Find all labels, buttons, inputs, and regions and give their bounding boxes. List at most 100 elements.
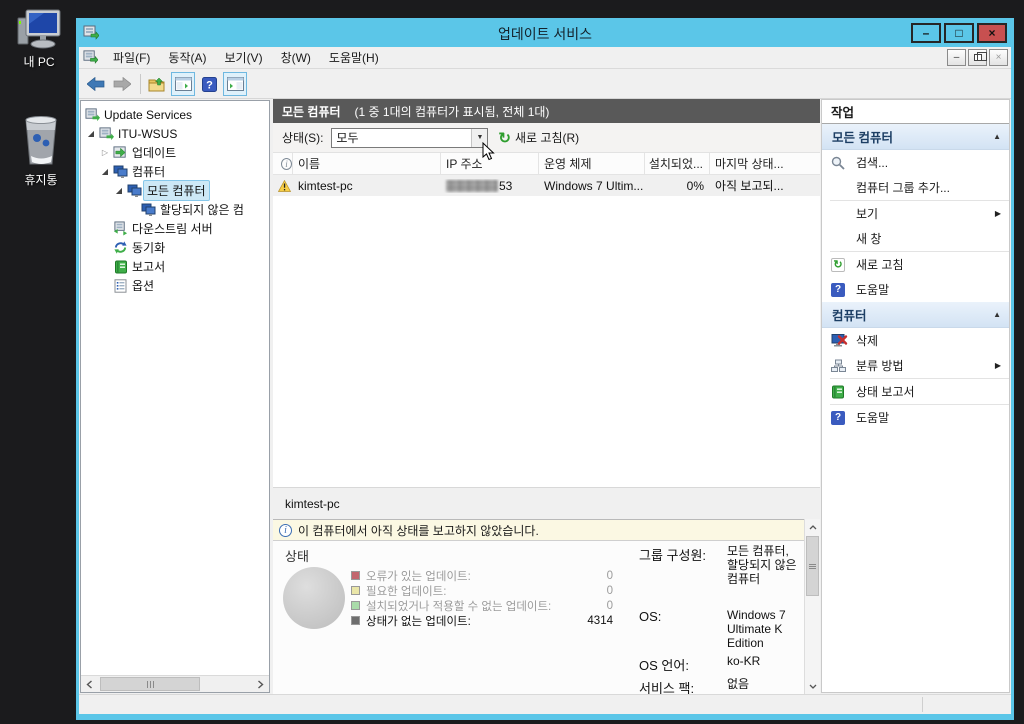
action-help-computer[interactable]: ? 도움말 bbox=[822, 405, 1009, 430]
forward-button[interactable] bbox=[110, 72, 134, 96]
menu-file[interactable]: 파일(F) bbox=[104, 46, 159, 69]
folder-icon bbox=[148, 77, 166, 92]
tree-item-options[interactable]: 옵션 bbox=[84, 276, 269, 295]
legend-installed-swatch bbox=[351, 601, 360, 610]
computer-detail-fields: 그룹 구성원: 모든 컴퓨터, 할당되지 않은 컴퓨터 OS: Windows … bbox=[639, 545, 799, 701]
scrollbar-thumb[interactable] bbox=[100, 677, 200, 691]
status-filter-value: 모두 bbox=[336, 129, 358, 146]
computer-row[interactable]: kimtest-pc 53 Windows 7 Ultim... 0% 아직 보… bbox=[273, 175, 820, 196]
legend-row-needed: 필요한 업데이트: 0 bbox=[351, 583, 613, 598]
back-button[interactable] bbox=[84, 72, 108, 96]
tree-item-reports[interactable]: 보고서 bbox=[84, 257, 269, 276]
scrollbar-thumb[interactable] bbox=[806, 536, 819, 596]
tree-item-itu-wsus[interactable]: ◢ ITU-WSUS bbox=[84, 124, 269, 143]
installed-column-header[interactable]: 설치되었... bbox=[645, 153, 710, 174]
tree-item-all-computers[interactable]: ◢ 모든 컴퓨터 bbox=[84, 181, 269, 200]
help-icon: ? bbox=[202, 77, 217, 92]
action-help[interactable]: ? 도움말 bbox=[822, 277, 1009, 302]
action-pane: 작업 모든 컴퓨터 ▲ 검색... 컴퓨터 그룹 추가... 보기 bbox=[821, 99, 1010, 693]
status-column-header[interactable]: i bbox=[273, 153, 293, 174]
action-section-all-computers[interactable]: 모든 컴퓨터 ▲ bbox=[822, 124, 1009, 150]
tree-item-downstream-servers[interactable]: 다운스트림 서버 bbox=[84, 219, 269, 238]
action-pane-icon bbox=[227, 77, 244, 91]
selected-tree-item-label: 모든 컴퓨터 bbox=[143, 180, 210, 201]
expanded-icon[interactable]: ◢ bbox=[98, 167, 112, 176]
tree-item-update-services[interactable]: Update Services bbox=[84, 105, 269, 124]
detail-pane-title: kimtest-pc bbox=[273, 487, 820, 519]
toolbar-separator bbox=[140, 74, 141, 94]
action-delete[interactable]: 삭제 bbox=[822, 328, 1009, 353]
scroll-right-icon[interactable] bbox=[252, 676, 269, 692]
filter-bar: 상태(S): 모두 ▼ ↻ 새로 고침(R) bbox=[273, 123, 820, 153]
grip-icon bbox=[809, 563, 816, 570]
tree-item-synchronizations[interactable]: 동기화 bbox=[84, 238, 269, 257]
minimize-button[interactable]: – bbox=[911, 23, 941, 43]
forward-arrow-icon bbox=[113, 77, 131, 91]
tree-horizontal-scrollbar[interactable] bbox=[81, 675, 269, 692]
legend-row-no-status: 상태가 없는 업데이트: 4314 bbox=[351, 613, 613, 628]
refresh-icon: ↻ bbox=[498, 129, 511, 147]
tree-item-updates[interactable]: ▷ 업데이트 bbox=[84, 143, 269, 162]
action-new-window[interactable]: 새 창 bbox=[822, 226, 1009, 251]
last-status-column-header[interactable]: 마지막 상태... bbox=[710, 153, 820, 174]
desktop-icon-my-pc[interactable]: 내 PC bbox=[6, 8, 72, 70]
child-restore-button[interactable] bbox=[968, 49, 987, 66]
action-refresh[interactable]: ↻ 새로 고침 bbox=[822, 252, 1009, 277]
action-section-computer[interactable]: 컴퓨터 ▲ bbox=[822, 302, 1009, 328]
action-group-by[interactable]: 분류 방법 ▶ bbox=[822, 353, 1009, 378]
scroll-up-icon[interactable] bbox=[805, 519, 820, 535]
scroll-left-icon[interactable] bbox=[81, 676, 98, 692]
status-bar-separator bbox=[922, 697, 923, 712]
submenu-arrow-icon: ▶ bbox=[995, 209, 1001, 218]
scroll-down-icon[interactable] bbox=[805, 678, 820, 694]
status-filter-combobox[interactable]: 모두 ▼ bbox=[331, 128, 488, 148]
status-info-message: 이 컴퓨터에서 아직 상태를 보고하지 않았습니다. bbox=[298, 522, 539, 539]
action-search[interactable]: 검색... bbox=[822, 150, 1009, 175]
row-os-cell: Windows 7 Ultim... bbox=[539, 179, 645, 193]
menu-help[interactable]: 도움말(H) bbox=[320, 46, 388, 69]
desktop-icon-label: 내 PC bbox=[23, 55, 54, 69]
close-button[interactable]: × bbox=[977, 23, 1007, 43]
action-view[interactable]: 보기 ▶ bbox=[822, 201, 1009, 226]
help-button[interactable]: ? bbox=[197, 72, 221, 96]
show-action-pane-button[interactable] bbox=[223, 72, 247, 96]
desktop-icon-recycle-bin[interactable]: 휴지통 bbox=[8, 112, 74, 188]
child-close-button[interactable]: × bbox=[989, 49, 1008, 66]
warning-icon bbox=[278, 180, 291, 192]
name-column-header[interactable]: 이름 bbox=[293, 153, 441, 174]
legend-error-swatch bbox=[351, 571, 360, 580]
result-header-info: (1 중 1대의 컴퓨터가 표시됨, 전체 1대) bbox=[355, 103, 550, 120]
action-status-report[interactable]: 상태 보고서 bbox=[822, 379, 1009, 404]
title-bar[interactable]: 업데이트 서비스 – □ × bbox=[79, 21, 1011, 47]
collapse-icon[interactable]: ▲ bbox=[993, 132, 1001, 141]
status-legend: 오류가 있는 업데이트: 0 필요한 업데이트: 0 설치되었거나 적용할 수 … bbox=[351, 568, 613, 628]
collapsed-icon[interactable]: ▷ bbox=[98, 148, 112, 157]
row-warning-cell bbox=[273, 180, 293, 192]
restore-icon bbox=[974, 54, 982, 61]
status-info-bar: i 이 컴퓨터에서 아직 상태를 보고하지 않았습니다. bbox=[273, 519, 804, 541]
refresh-link[interactable]: 새로 고침(R) bbox=[515, 129, 579, 146]
os-column-header[interactable]: 운영 체제 bbox=[539, 153, 645, 174]
tree-item-computers[interactable]: ◢ 컴퓨터 bbox=[84, 162, 269, 181]
mouse-cursor bbox=[482, 142, 495, 166]
field-os: OS: Windows 7 Ultimate K Edition bbox=[639, 609, 799, 653]
console-tree-icon bbox=[175, 77, 192, 91]
collapse-icon[interactable]: ▲ bbox=[993, 310, 1001, 319]
menu-action[interactable]: 동작(A) bbox=[159, 46, 215, 69]
expanded-icon[interactable]: ◢ bbox=[84, 129, 98, 138]
scrollbar-track[interactable] bbox=[98, 676, 252, 692]
child-minimize-button[interactable]: – bbox=[947, 49, 966, 66]
export-list-button[interactable] bbox=[145, 72, 169, 96]
maximize-button[interactable]: □ bbox=[944, 23, 974, 43]
field-os-language: OS 언어: ko-KR bbox=[639, 655, 799, 676]
window-title: 업데이트 서비스 bbox=[79, 24, 1011, 44]
my-pc-icon bbox=[6, 8, 72, 50]
expanded-icon[interactable]: ◢ bbox=[112, 186, 126, 195]
menu-window[interactable]: 창(W) bbox=[272, 46, 320, 69]
detail-vertical-scrollbar[interactable] bbox=[804, 519, 820, 694]
menu-view[interactable]: 보기(V) bbox=[215, 46, 271, 69]
tree-item-unassigned-computers[interactable]: 할당되지 않은 컴 bbox=[84, 200, 269, 219]
help-icon: ? bbox=[831, 411, 845, 425]
show-console-tree-button[interactable] bbox=[171, 72, 195, 96]
action-add-computer-group[interactable]: 컴퓨터 그룹 추가... bbox=[822, 175, 1009, 200]
